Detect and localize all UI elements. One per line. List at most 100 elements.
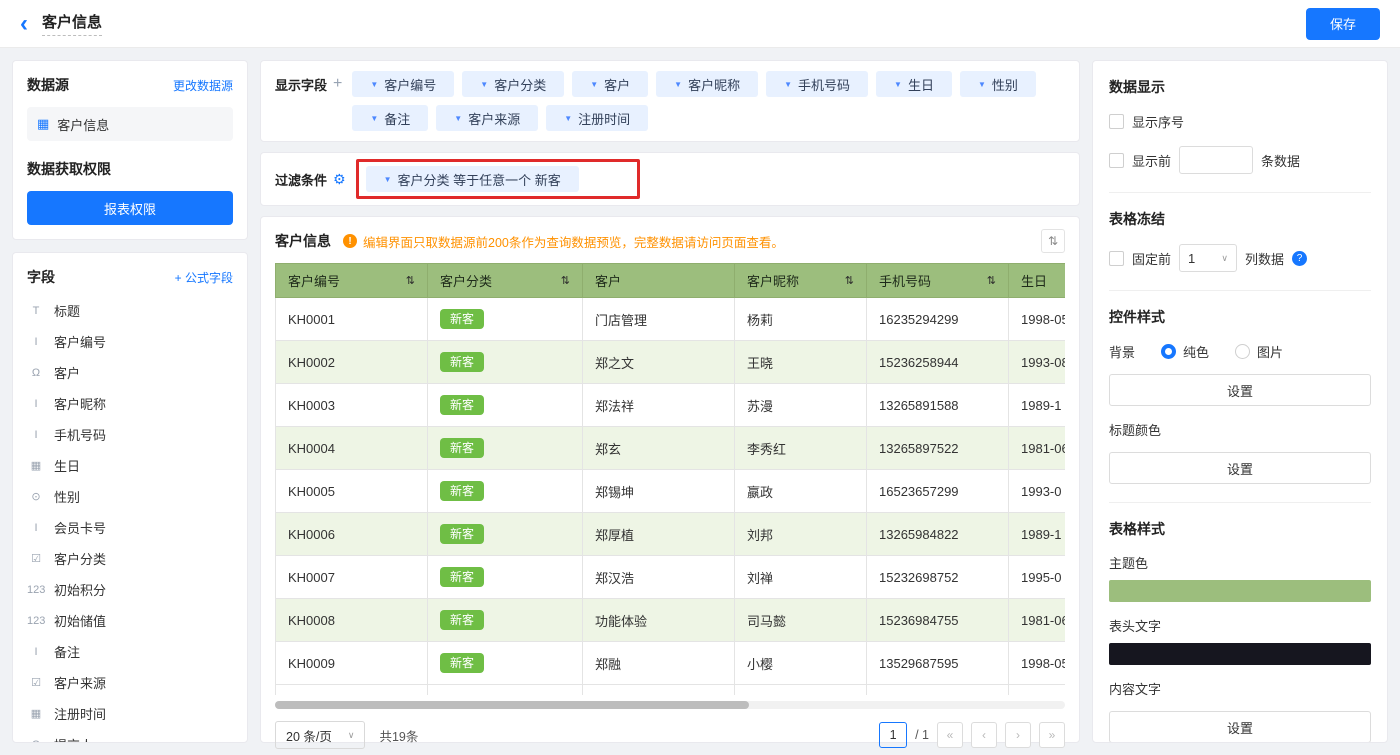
field-item[interactable]: ☑ 客户来源 — [27, 667, 233, 698]
field-item[interactable]: Ω 提交人 — [27, 729, 233, 743]
field-chip[interactable]: ▼ 注册时间 — [546, 105, 648, 131]
field-item[interactable]: I 客户编号 — [27, 326, 233, 357]
back-icon[interactable]: ‹ — [20, 12, 28, 36]
next-page-icon[interactable]: › — [1005, 722, 1031, 748]
cell-customer-id: KH0001 — [276, 298, 428, 341]
field-item[interactable]: Ω 客户 — [27, 357, 233, 388]
sort-icon[interactable]: ⇅ — [987, 274, 996, 287]
field-chip[interactable]: ▼ 客户分类 — [462, 71, 564, 97]
chip-label: 注册时间 — [578, 109, 630, 128]
cell-customer: 郑法祥 — [583, 384, 735, 427]
freeze-count-select[interactable]: 1 ∨ — [1179, 244, 1237, 272]
first-page-icon[interactable]: « — [937, 722, 963, 748]
column-header[interactable]: 客户昵称 ⇅ — [735, 264, 867, 298]
filter-chip[interactable]: ▼ 客户分类 等于任意一个 新客 — [366, 166, 579, 192]
solid-color-radio[interactable]: 纯色 — [1161, 342, 1209, 361]
column-header[interactable]: 生日 — [1009, 264, 1066, 298]
field-label: 客户编号 — [54, 332, 106, 351]
field-item[interactable]: ⊙ 性别 — [27, 481, 233, 512]
save-button[interactable]: 保存 — [1306, 8, 1380, 40]
cell-phone: 13529687595 — [867, 642, 1009, 685]
cell-customer: 功能体验 — [583, 599, 735, 642]
add-field-icon[interactable]: + — [333, 75, 342, 93]
field-item[interactable]: ▦ 注册时间 — [27, 698, 233, 729]
report-permission-button[interactable]: 报表权限 — [27, 191, 233, 225]
change-datasource-link[interactable]: 更改数据源 — [173, 77, 233, 94]
chip-label: 生日 — [908, 75, 934, 94]
field-type-icon: Ω — [27, 367, 45, 379]
page-size-select[interactable]: 20 条/页 ∨ — [275, 721, 365, 749]
cell-phone: 16235294299 — [867, 298, 1009, 341]
field-chip[interactable]: ▼ 客户昵称 — [656, 71, 758, 97]
sort-icon[interactable]: ⇅ — [561, 274, 570, 287]
field-chip[interactable]: ▼ 性别 — [960, 71, 1036, 97]
show-first-checkbox[interactable] — [1109, 153, 1124, 168]
horizontal-scrollbar[interactable] — [275, 701, 1065, 709]
category-badge: 新客 — [440, 438, 484, 458]
content-text-set-button[interactable]: 设置 — [1109, 711, 1371, 743]
field-chip[interactable]: ▼ 客户来源 — [436, 105, 538, 131]
field-item[interactable]: I 会员卡号 — [27, 512, 233, 543]
field-item[interactable]: I 手机号码 — [27, 419, 233, 450]
field-type-icon: 123 — [27, 584, 45, 596]
freeze-checkbox[interactable] — [1109, 251, 1124, 266]
chevron-down-icon: ▼ — [564, 114, 572, 123]
freeze-suffix: 列数据 — [1245, 249, 1284, 268]
table-row: KH0007 新客 郑汉浩 刘禅 15232698752 1995-0 — [276, 556, 1066, 599]
freeze-prefix: 固定前 — [1132, 249, 1171, 268]
formula-field-link[interactable]: + 公式字段 — [175, 269, 233, 286]
table-row: KH0009 新客 郑融 小樱 13529687595 1998-05 — [276, 642, 1066, 685]
field-item[interactable]: ☑ 客户分类 — [27, 543, 233, 574]
sort-order-icon[interactable]: ⇅ — [1041, 229, 1065, 253]
field-item[interactable]: ▦ 生日 — [27, 450, 233, 481]
field-chip[interactable]: ▼ 手机号码 — [766, 71, 868, 97]
field-type-icon: Ω — [27, 739, 45, 744]
chip-label: 手机号码 — [798, 75, 850, 94]
field-chip[interactable]: ▼ 客户编号 — [352, 71, 454, 97]
cell-customer: 郑融 — [583, 642, 735, 685]
theme-color-swatch[interactable] — [1109, 580, 1371, 602]
column-header[interactable]: 客户 — [583, 264, 735, 298]
field-chip[interactable]: ▼ 生日 — [876, 71, 952, 97]
image-radio[interactable]: 图片 — [1235, 342, 1283, 361]
field-label: 客户分类 — [54, 549, 106, 568]
sort-icon[interactable]: ⇅ — [406, 274, 415, 287]
field-type-icon: I — [27, 336, 45, 348]
display-field-chips: ▼ 客户编号 ▼ 客户分类 ▼ 客户 ▼ 客户 — [352, 71, 1065, 131]
sort-icon[interactable]: ⇅ — [845, 274, 854, 287]
column-header[interactable]: 客户分类 ⇅ — [428, 264, 583, 298]
page-size-value: 20 条/页 — [286, 726, 332, 745]
scrollbar-thumb[interactable] — [275, 701, 749, 709]
table-title: 客户信息 — [275, 231, 331, 251]
chevron-down-icon: ▼ — [674, 80, 682, 89]
page-title[interactable]: 客户信息 — [42, 11, 102, 36]
cell-phone: 15232698752 — [867, 556, 1009, 599]
field-item[interactable]: I 客户昵称 — [27, 388, 233, 419]
gear-icon[interactable]: ⚙ — [333, 171, 346, 188]
header-text-swatch[interactable] — [1109, 643, 1371, 665]
row-limit-input[interactable] — [1179, 146, 1253, 174]
last-page-icon[interactable]: » — [1039, 722, 1065, 748]
background-set-button[interactable]: 设置 — [1109, 374, 1371, 406]
field-chip[interactable]: ▼ 备注 — [352, 105, 428, 131]
field-chip[interactable]: ▼ 客户 — [572, 71, 648, 97]
field-label: 提交人 — [54, 735, 93, 743]
prev-page-icon[interactable]: ‹ — [971, 722, 997, 748]
datasource-item[interactable]: ▦ 客户信息 — [27, 107, 233, 141]
show-index-checkbox[interactable] — [1109, 114, 1124, 129]
field-item[interactable]: I 备注 — [27, 636, 233, 667]
chevron-down-icon: ∨ — [348, 730, 355, 741]
title-color-set-button[interactable]: 设置 — [1109, 452, 1371, 484]
field-item[interactable]: 123 初始储值 — [27, 605, 233, 636]
display-fields-panel: 显示字段 + ▼ 客户编号 ▼ 客户分类 ▼ 客 — [260, 60, 1080, 142]
data-table: 客户编号 ⇅ 客户分类 ⇅ — [275, 263, 1065, 695]
field-label: 手机号码 — [54, 425, 106, 444]
field-item[interactable]: 123 初始积分 — [27, 574, 233, 605]
column-header[interactable]: 手机号码 ⇅ — [867, 264, 1009, 298]
column-header[interactable]: 客户编号 ⇅ — [276, 264, 428, 298]
field-item[interactable]: T 标题 — [27, 295, 233, 326]
cell-phone: 15236984755 — [867, 599, 1009, 642]
help-icon[interactable]: ? — [1292, 251, 1307, 266]
current-page-input[interactable]: 1 — [879, 722, 907, 748]
table-row: KH0003 新客 郑法祥 苏漫 13265891588 1989-1 — [276, 384, 1066, 427]
